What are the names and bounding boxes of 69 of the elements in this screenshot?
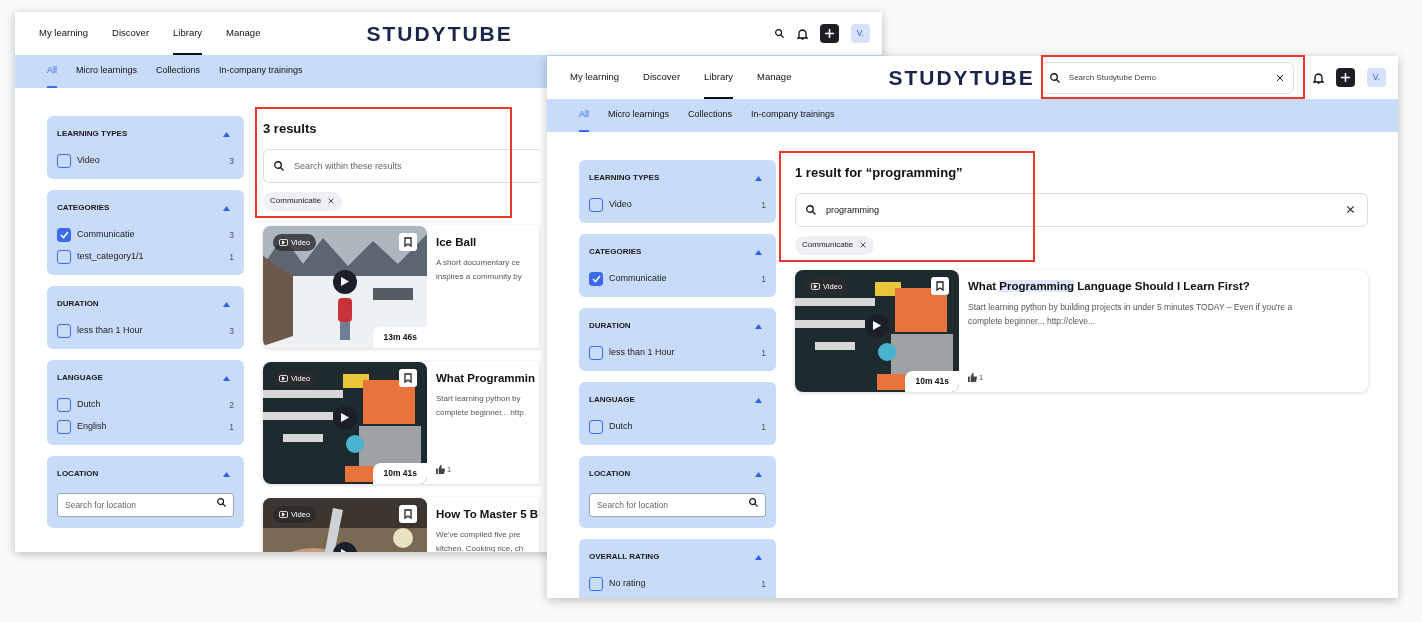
filter-option-count: 3 — [229, 154, 234, 168]
course-title[interactable]: How To Master 5 B — [436, 505, 539, 523]
category-tab[interactable]: In-company trainings — [751, 99, 835, 132]
nav-link[interactable]: Discover — [643, 56, 681, 99]
global-search-field[interactable]: Search Studytube Demo — [1040, 61, 1294, 94]
duration-label: 10m 41s — [905, 370, 959, 392]
filter-title: LEARNING TYPES — [57, 128, 128, 140]
course-description: We've compiled five pre kitchen. Cooking rice, ch — [436, 528, 525, 552]
filter-option-label[interactable]: Dutch — [609, 420, 633, 434]
filter-option-count: 3 — [229, 228, 234, 242]
course-description: Start learning python by building projects in under 5 minutes TODAY – Even if you're a complete beginner... http://cleve... — [968, 300, 1294, 328]
filter-title: LOCATION — [589, 468, 631, 480]
filter-option-count: 2 — [229, 398, 234, 412]
filter-option-count: 1 — [229, 420, 234, 434]
nav-link[interactable]: My learning — [39, 12, 89, 55]
nav-link[interactable]: Manage — [226, 12, 261, 55]
filter-option-count: 1 — [761, 346, 766, 360]
nav-link[interactable]: Manage — [757, 56, 792, 99]
results-heading: 1 result for “programming” — [795, 164, 964, 182]
filter-option-label[interactable]: test_category1/1 — [77, 250, 144, 264]
filter-option-label[interactable]: Dutch — [77, 398, 101, 412]
category-tab[interactable]: In-company trainings — [219, 55, 303, 88]
filter-option-label[interactable]: English — [77, 420, 107, 434]
avatar[interactable]: V. — [1367, 68, 1386, 87]
filter-title: DURATION — [589, 320, 631, 332]
filter-option-count: 1 — [761, 577, 766, 591]
category-tab[interactable]: Micro learnings — [608, 99, 670, 132]
filter-option-count: 1 — [761, 198, 766, 212]
filter-option-label[interactable]: less than 1 Hour — [77, 324, 143, 338]
filter-chip[interactable]: Communicatie — [795, 235, 875, 255]
course-description: A short documentary ce inspires a community by — [436, 256, 523, 283]
filter-option-count: 1 — [761, 420, 766, 434]
filter-option-label[interactable]: Video — [77, 154, 100, 168]
results-heading: 3 results — [263, 120, 318, 138]
course-title[interactable]: What Programmin — [436, 369, 539, 387]
location-search-field[interactable]: Search for location — [57, 493, 234, 517]
course-title[interactable]: What Programming Language Should I Learn First? — [968, 277, 1368, 295]
filter-title: LEARNING TYPES — [589, 172, 660, 184]
category-tab[interactable]: Collections — [688, 99, 733, 132]
filter-option-label[interactable]: Communicatie — [77, 228, 135, 242]
avatar[interactable]: V. — [851, 24, 870, 43]
filter-option-label[interactable]: Communicatie — [609, 272, 667, 286]
location-search-field[interactable]: Search for location — [589, 493, 766, 517]
filter-option-count: 1 — [229, 250, 234, 264]
filter-option-label[interactable]: Video — [609, 198, 632, 212]
nav-link[interactable]: Discover — [112, 12, 150, 55]
filter-title: LOCATION — [57, 468, 99, 480]
results-search-field[interactable]: programming — [795, 192, 1368, 227]
filter-option-count: 1 — [761, 272, 766, 286]
filter-title: LANGUAGE — [589, 394, 635, 406]
filter-option-count: 3 — [229, 324, 234, 338]
duration-label: 10m 41s — [373, 462, 427, 484]
duration-label: 13m 46s — [373, 326, 427, 348]
filter-chip[interactable]: Communicatie — [263, 191, 343, 211]
nav-link[interactable]: My learning — [570, 56, 620, 99]
category-tab[interactable]: Collections — [156, 55, 201, 88]
filter-title: CATEGORIES — [57, 202, 110, 214]
logo[interactable]: STUDYTUBE — [366, 17, 513, 50]
course-description: Start learning python by complete beginner... http — [436, 392, 525, 419]
course-title[interactable]: Ice Ball — [436, 233, 539, 251]
category-tab[interactable]: Micro learnings — [76, 55, 138, 88]
filter-option-label[interactable]: less than 1 Hour — [609, 346, 675, 360]
filter-option-label[interactable]: No rating — [609, 577, 646, 591]
filter-title: DURATION — [57, 298, 99, 310]
filter-title: OVERALL RATING — [589, 551, 660, 563]
logo[interactable]: STUDYTUBE — [888, 61, 1035, 94]
filter-title: CATEGORIES — [589, 246, 642, 258]
filter-title: LANGUAGE — [57, 372, 103, 384]
results-search-field[interactable]: Search within these results — [263, 148, 539, 183]
